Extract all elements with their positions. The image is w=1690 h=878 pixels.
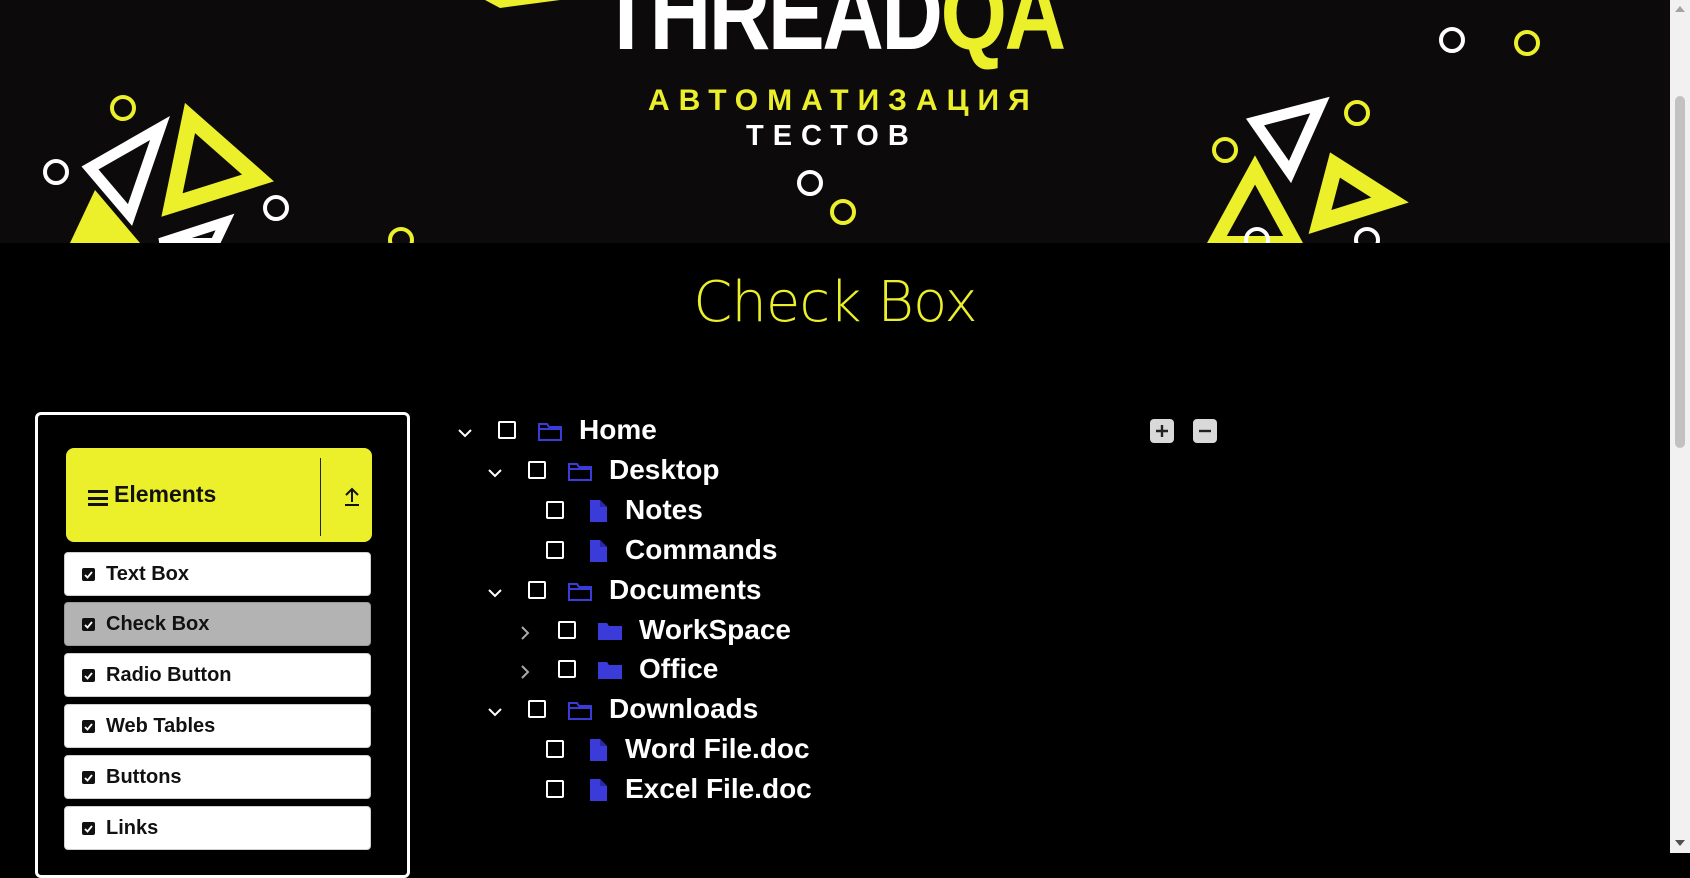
plus-icon [1156,425,1168,437]
folder-open-icon [568,583,592,601]
tree-node-label[interactable]: Commands [625,534,777,566]
scrollbar-thumb[interactable] [1675,96,1685,448]
folder-open-icon [538,423,562,441]
folder-closed-icon [598,623,622,640]
sidebar-item-label: Links [106,817,159,839]
tree-checkbox[interactable] [558,621,576,639]
checkbox-square-icon [82,618,95,631]
sidebar-item-check-box[interactable]: Check Box [64,602,371,646]
tree-checkbox[interactable] [528,461,546,479]
tree-node-label[interactable]: Documents [609,574,761,606]
logo-subtitle-line1: АВТОМАТИЗАЦИЯ [648,84,1039,117]
folder-closed-icon [598,662,622,679]
logo: THREADQA [600,0,1066,66]
sidebar-item-radio-button[interactable]: Radio Button [64,653,371,697]
tree-node-label[interactable]: Home [579,414,657,446]
checkbox-square-icon [82,771,95,784]
chevron-down-icon[interactable] [455,423,475,443]
tree-node-label[interactable]: Downloads [609,693,758,725]
scroll-up-arrow-icon[interactable] [1675,6,1685,12]
chevron-right-icon[interactable] [515,623,535,643]
checkbox-square-icon [82,822,95,835]
sidebar-item-label: Buttons [106,766,182,788]
checkbox-square-icon [82,669,95,682]
tree-checkbox[interactable] [546,541,564,559]
file-icon [590,779,607,801]
group-title: Elements [114,481,217,507]
logo-subtitle-line2: ТЕСТОВ [746,120,918,152]
tree-node-label[interactable]: WorkSpace [639,614,791,646]
checkbox-square-icon [82,568,95,581]
banner: THREADQA АВТОМАТИЗАЦИЯ ТЕСТОВ [0,0,1670,243]
sidebar-item-web-tables[interactable]: Web Tables [64,704,371,748]
tree-checkbox[interactable] [528,700,546,718]
minus-icon [1199,429,1211,433]
tree-node-label[interactable]: Notes [625,494,703,526]
chevron-down-icon[interactable] [485,702,505,722]
collapse-all-button[interactable] [1193,419,1217,443]
sidebar-item-label: Web Tables [106,715,216,737]
sidebar-item-label: Text Box [106,563,189,585]
file-icon [590,540,607,562]
elements-group-header[interactable]: Elements [66,448,372,542]
sidebar: Elements Text Box Check Box Radio Button… [35,412,410,878]
sidebar-item-label: Radio Button [106,664,232,686]
vertical-scrollbar[interactable] [1670,0,1690,853]
tree-node-label[interactable]: Desktop [609,454,719,486]
tree-node-label[interactable]: Excel File.doc [625,773,812,805]
sidebar-item-links[interactable]: Links [64,806,371,850]
chevron-down-icon[interactable] [485,583,505,603]
chevron-right-icon[interactable] [515,662,535,682]
folder-open-icon [568,702,592,720]
menu-icon [88,490,108,506]
tree-checkbox[interactable] [546,501,564,519]
sidebar-item-buttons[interactable]: Buttons [64,755,371,799]
file-icon [590,500,607,522]
collapse-up-arrow-icon[interactable] [340,484,364,508]
checkbox-square-icon [82,720,95,733]
logo-yellow-text: QA [940,0,1066,72]
scroll-down-arrow-icon[interactable] [1675,840,1685,846]
chevron-down-icon[interactable] [485,463,505,483]
tree-checkbox[interactable] [528,581,546,599]
tree-checkbox[interactable] [546,740,564,758]
expand-all-button[interactable] [1150,419,1174,443]
tree-checkbox[interactable] [558,660,576,678]
logo-white-text: THREAD [600,0,943,72]
tree-node-label[interactable]: Office [639,653,718,685]
header-divider [320,458,321,536]
folder-open-icon [568,463,592,481]
tree-node-label[interactable]: Word File.doc [625,733,810,765]
sidebar-item-label: Check Box [106,613,210,635]
page-title: Check Box [693,270,977,335]
tree-checkbox[interactable] [546,780,564,798]
sidebar-item-text-box[interactable]: Text Box [64,552,371,596]
file-icon [590,739,607,761]
tree-checkbox[interactable] [498,421,516,439]
